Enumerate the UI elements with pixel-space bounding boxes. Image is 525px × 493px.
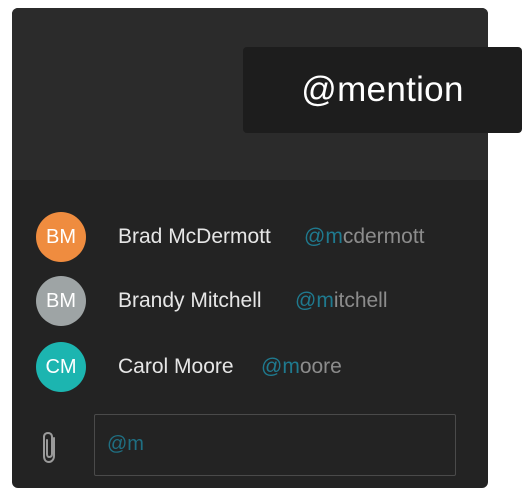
mention-callout-label: @mention — [243, 47, 522, 133]
handle-typed-part: @m — [304, 225, 343, 248]
user-handle: @mcdermott — [304, 225, 425, 249]
user-handle: @mitchell — [295, 289, 388, 313]
message-composer: @m — [12, 404, 488, 488]
mention-callout-text: @mention — [301, 70, 464, 109]
user-handle: @moore — [261, 355, 342, 379]
handle-remaining-part: cdermott — [342, 225, 425, 248]
avatar: CM — [36, 342, 86, 392]
mention-suggestion-item[interactable]: BM Brandy Mitchell @mitchell — [12, 274, 488, 328]
user-name: Carol Moore — [118, 355, 234, 378]
message-input-value: @m — [107, 433, 144, 455]
user-name: Brandy Mitchell — [118, 289, 262, 312]
mention-suggestion-item[interactable]: BM Brad McDermott @mcdermott — [12, 210, 488, 264]
user-name: Brad McDermott — [118, 225, 271, 248]
avatar: BM — [36, 212, 86, 262]
avatar: BM — [36, 276, 86, 326]
handle-typed-part: @m — [261, 355, 300, 378]
avatar-initials: BM — [46, 289, 76, 312]
handle-remaining-part: oore — [299, 355, 342, 378]
avatar-initials: CM — [45, 355, 77, 378]
handle-remaining-part: itchell — [333, 289, 388, 312]
handle-typed-part: @m — [295, 289, 334, 312]
paperclip-icon[interactable] — [39, 430, 61, 466]
avatar-initials: BM — [46, 225, 76, 248]
message-input[interactable]: @m — [94, 414, 456, 476]
mention-suggestion-item[interactable]: CM Carol Moore @moore — [12, 340, 488, 394]
